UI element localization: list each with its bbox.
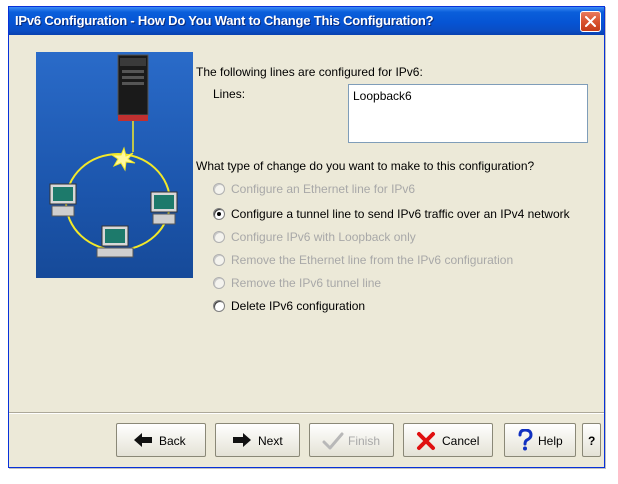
option-label: Remove the Ethernet line from the IPv6 c…	[231, 253, 514, 267]
cancel-label: Cancel	[442, 434, 480, 448]
radio-button	[213, 277, 225, 289]
next-label: Next	[258, 434, 283, 448]
spark-icon	[110, 146, 136, 172]
radio-button[interactable]	[213, 300, 225, 312]
cancel-button[interactable]: Cancel	[403, 423, 493, 457]
close-button[interactable]	[580, 11, 601, 32]
radio-selected-dot	[217, 212, 221, 216]
option-label[interactable]: Configure a tunnel line to send IPv6 tra…	[231, 207, 570, 221]
close-icon	[585, 16, 596, 27]
radio-button	[213, 183, 225, 195]
back-label: Back	[159, 434, 186, 448]
computer-icon-left	[49, 183, 77, 217]
checkmark-icon	[322, 432, 344, 450]
radio-button	[213, 231, 225, 243]
question-text: What type of change do you want to make …	[196, 159, 535, 173]
button-bar-divider	[9, 412, 604, 414]
red-x-icon	[417, 432, 435, 450]
radio-button	[213, 254, 225, 266]
question-mark-icon	[518, 429, 533, 451]
option-label: Configure IPv6 with Loopback only	[231, 230, 416, 244]
whats-this-button[interactable]: ?	[582, 423, 601, 457]
next-button[interactable]: Next	[215, 423, 300, 457]
server-icon	[117, 54, 149, 152]
network-illustration	[36, 52, 193, 278]
option-label[interactable]: Delete IPv6 configuration	[231, 299, 365, 313]
help-label: Help	[538, 434, 563, 448]
computer-icon-bottom	[96, 225, 134, 258]
window-title: IPv6 Configuration - How Do You Want to …	[15, 13, 434, 28]
radio-button[interactable]	[213, 208, 225, 220]
finish-button: Finish	[309, 423, 394, 457]
intro-text: The following lines are configured for I…	[196, 65, 423, 79]
wizard-window: IPv6 Configuration - How Do You Want to …	[8, 6, 605, 468]
option-label: Remove the IPv6 tunnel line	[231, 276, 382, 290]
lines-list[interactable]: Loopback6	[348, 84, 588, 143]
server-network-graphic	[49, 54, 178, 258]
whats-this-label: ?	[588, 434, 596, 448]
option-label: Configure an Ethernet line for IPv6	[231, 182, 416, 196]
finish-label: Finish	[348, 434, 381, 448]
right-arrow-icon	[233, 433, 251, 447]
back-button[interactable]: Back	[116, 423, 206, 457]
title-bar[interactable]: IPv6 Configuration - How Do You Want to …	[9, 7, 604, 35]
computer-icon-right	[150, 191, 178, 225]
help-button[interactable]: Help	[504, 423, 576, 457]
left-arrow-icon	[134, 433, 152, 447]
list-item[interactable]: Loopback6	[353, 89, 412, 103]
lines-label: Lines:	[213, 87, 246, 101]
